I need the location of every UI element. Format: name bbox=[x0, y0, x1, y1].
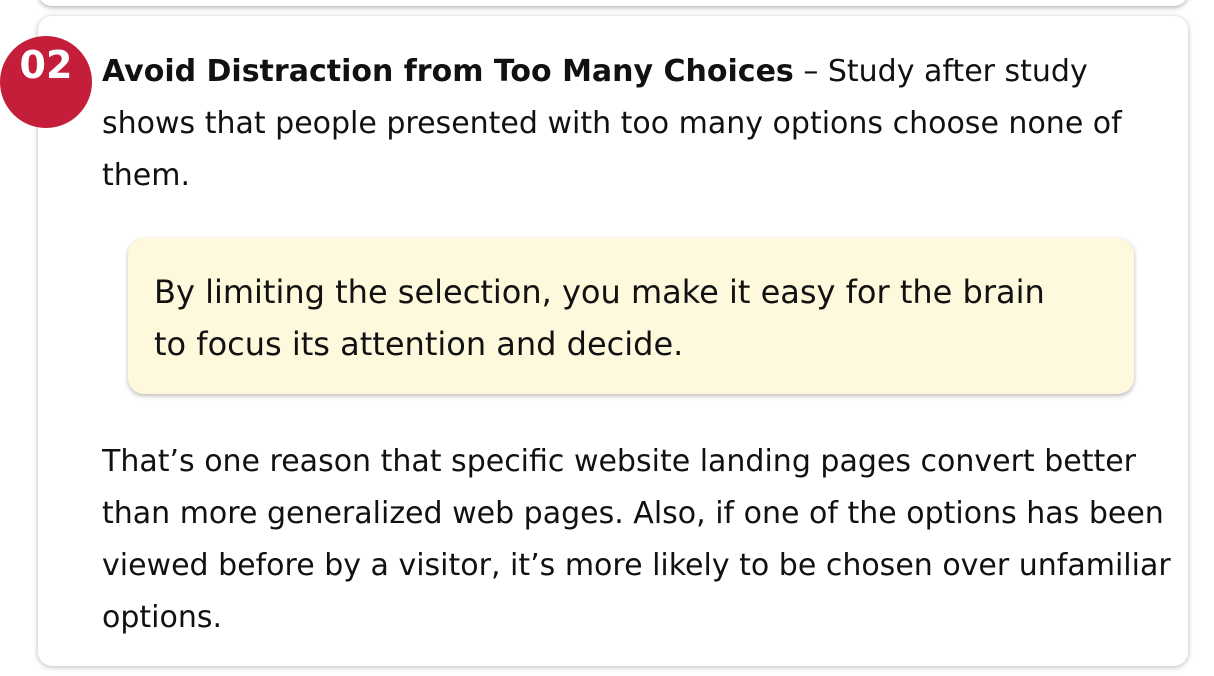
item-number-badge: 02 bbox=[0, 36, 92, 128]
heading-dash: – bbox=[793, 54, 828, 89]
item-intro-paragraph: Avoid Distraction from Too Many Choices … bbox=[102, 46, 1172, 202]
page: 02 Avoid Distraction from Too Many Choic… bbox=[0, 0, 1214, 676]
previous-card-edge bbox=[38, 0, 1188, 6]
item-heading: Avoid Distraction from Too Many Choices bbox=[102, 54, 794, 89]
list-item-card: 02 Avoid Distraction from Too Many Choic… bbox=[0, 16, 1188, 666]
item-body-paragraph: That’s one reason that specific website … bbox=[102, 444, 1171, 635]
callout-text: By limiting the selection, you make it e… bbox=[154, 273, 1045, 363]
callout-box: By limiting the selection, you make it e… bbox=[128, 238, 1134, 394]
